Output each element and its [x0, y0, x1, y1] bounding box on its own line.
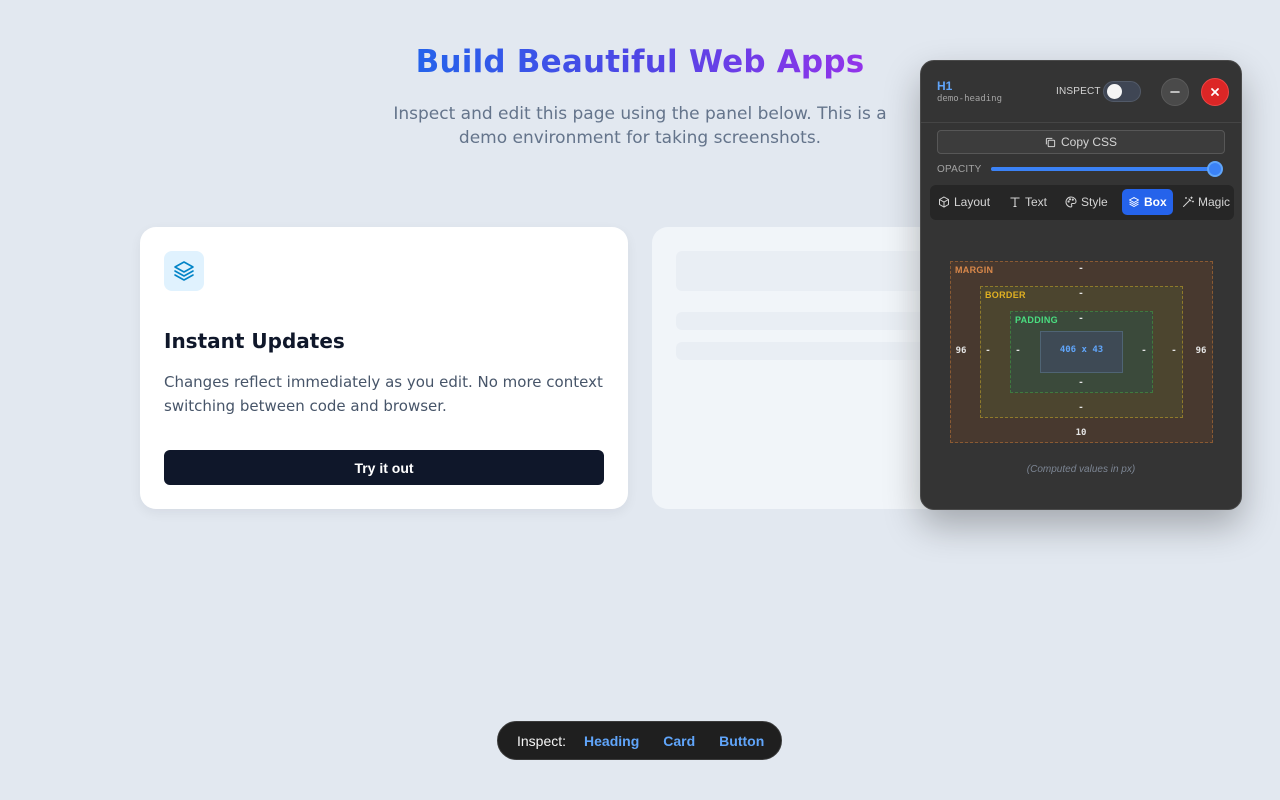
tab-box-label: Box	[1144, 195, 1167, 209]
padding-label: PADDING	[1015, 315, 1058, 325]
selected-element-tag: H1	[937, 79, 953, 93]
copy-icon	[1045, 137, 1056, 147]
border-top-value[interactable]: -	[1069, 289, 1093, 299]
minimize-button[interactable]	[1161, 78, 1189, 106]
margin-top-value[interactable]: -	[1069, 264, 1093, 274]
cube-icon	[939, 196, 949, 208]
layers-icon	[164, 251, 204, 291]
type-icon	[1010, 197, 1020, 208]
feature-card: Instant Updates Changes reflect immediat…	[140, 227, 628, 509]
card-description: Changes reflect immediately as you edit.…	[164, 373, 603, 415]
tab-style-label: Style	[1081, 195, 1108, 209]
tab-box[interactable]: Box	[1122, 189, 1173, 215]
computed-values-note: (Computed values in px)	[1026, 464, 1136, 475]
padding-right-value[interactable]: -	[1132, 346, 1156, 356]
margin-left-value[interactable]: 96	[949, 346, 973, 356]
padding-bottom-value[interactable]: -	[1069, 378, 1093, 388]
close-icon	[1211, 88, 1219, 96]
opacity-slider-thumb[interactable]	[1207, 161, 1223, 177]
padding-top-value[interactable]: -	[1069, 314, 1093, 324]
border-label: BORDER	[985, 290, 1026, 300]
inspector-tabs: Layout Text Style Box Magic	[930, 185, 1234, 220]
padding-left-value[interactable]: -	[1006, 346, 1030, 356]
tab-layout-label: Layout	[954, 195, 991, 209]
border-left-value[interactable]: -	[976, 346, 1000, 356]
layers-icon	[1129, 197, 1139, 207]
tab-layout[interactable]: Layout	[932, 189, 996, 215]
tab-magic[interactable]: Magic	[1176, 189, 1234, 215]
margin-right-value[interactable]: 96	[1189, 346, 1213, 356]
inspect-button-link[interactable]: Button	[719, 733, 764, 749]
selected-element-id: demo-heading	[937, 94, 1003, 104]
minus-icon	[1170, 91, 1180, 93]
opacity-slider[interactable]	[991, 161, 1223, 177]
toggle-knob	[1107, 84, 1122, 99]
inspector-panel[interactable]: H1 demo-heading INSPECT Copy CSS OPACITY	[920, 60, 1242, 510]
copy-css-label: Copy CSS	[1060, 135, 1118, 149]
palette-icon	[1065, 196, 1077, 208]
border-bottom-value[interactable]: -	[1069, 403, 1093, 413]
opacity-slider-fill	[991, 167, 1215, 171]
margin-bottom-value[interactable]: 10	[1069, 428, 1093, 438]
margin-label: MARGIN	[955, 265, 994, 275]
inspect-bar-label: Inspect:	[517, 732, 567, 749]
inspect-toggle[interactable]	[1103, 81, 1141, 102]
inspector-header[interactable]: H1 demo-heading INSPECT	[921, 61, 1241, 123]
content-size: 406 x 43	[1059, 345, 1104, 355]
opacity-label: OPACITY	[937, 164, 982, 175]
skeleton-card	[652, 227, 952, 509]
wand-icon	[1183, 196, 1194, 207]
card-title: Instant Updates	[164, 329, 345, 353]
try-it-out-button[interactable]: Try it out	[164, 450, 604, 485]
copy-css-button[interactable]: Copy CSS	[937, 130, 1225, 154]
tab-text-label: Text	[1025, 195, 1048, 209]
page-subtitle: Inspect and edit this page using the pan…	[393, 104, 887, 148]
inspect-card-link[interactable]: Card	[663, 733, 695, 749]
tab-style[interactable]: Style	[1059, 189, 1114, 215]
tab-magic-label: Magic	[1198, 195, 1231, 209]
tab-text[interactable]: Text	[1003, 189, 1053, 215]
inspect-heading-link[interactable]: Heading	[584, 733, 639, 749]
close-button[interactable]	[1201, 78, 1229, 106]
inspect-toggle-label: INSPECT	[1056, 86, 1101, 97]
border-right-value[interactable]: -	[1162, 346, 1186, 356]
inspect-shortcut-bar: Inspect: Heading Card Button	[497, 721, 782, 760]
